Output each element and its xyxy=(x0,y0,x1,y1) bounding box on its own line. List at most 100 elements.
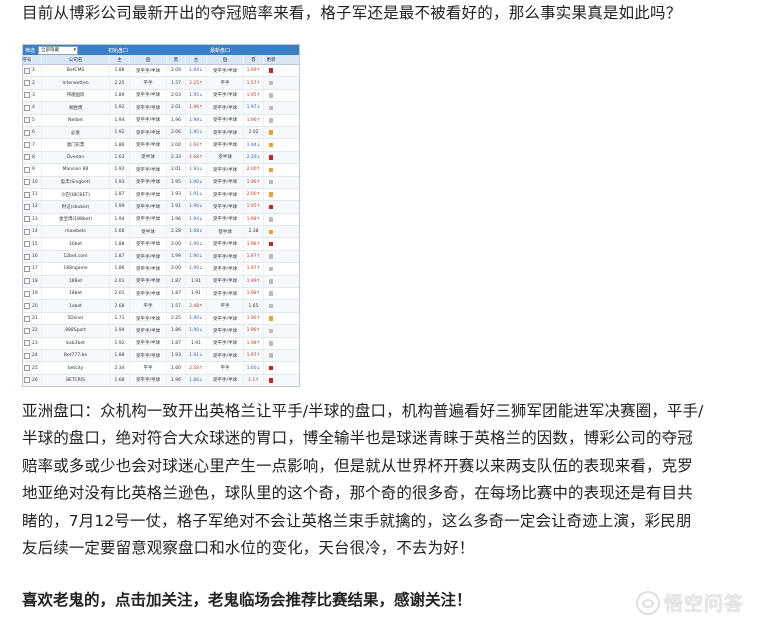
table-cell: 1.97↓ xyxy=(244,102,264,114)
table-cell: 受平手/半球 xyxy=(130,263,167,275)
row-checkbox[interactable] xyxy=(23,114,32,126)
table-cell: 2.02 xyxy=(244,126,264,139)
table-row: 8 Dvedan 1.63 受半球 2.33 1.68↑ 受半球 2.29↓ xyxy=(23,151,299,165)
row-checkbox[interactable] xyxy=(23,275,32,288)
row-checkbox[interactable] xyxy=(23,362,32,374)
row-checkbox[interactable] xyxy=(23,201,32,213)
row-checkbox[interactable] xyxy=(23,151,32,164)
row-checkbox[interactable] xyxy=(23,312,32,325)
row-checkbox[interactable] xyxy=(23,213,32,226)
table-cell: 1.96↑ xyxy=(244,325,264,337)
table-cell: 1.94 xyxy=(110,114,130,126)
table-cell: 盈丰(Singbet) xyxy=(42,176,110,188)
table-cell: 5 xyxy=(32,114,42,126)
row-checkbox[interactable] xyxy=(23,238,32,250)
table-cell: 1.99 xyxy=(110,201,130,213)
table-cell: 受平手/半球 xyxy=(207,114,244,126)
row-checkbox[interactable] xyxy=(23,337,32,349)
table-cell: 受平手/半球 xyxy=(130,188,167,201)
initial-odds-label: 初始盘口 xyxy=(108,47,129,54)
update-flag-icon xyxy=(264,300,278,311)
table-cell: 2.00 xyxy=(167,263,186,275)
row-checkbox[interactable] xyxy=(23,250,32,263)
table-cell: 1.98↑ xyxy=(244,337,264,349)
table-cell: 1.88 xyxy=(110,65,130,77)
update-flag-icon xyxy=(264,251,278,262)
table-cell: 24 xyxy=(32,349,42,362)
row-checkbox[interactable] xyxy=(23,89,32,102)
table-cell: Nelbet xyxy=(42,114,110,126)
update-flag-icon xyxy=(264,77,278,88)
table-cell: 1.97↑ xyxy=(244,250,264,263)
table-cell: 2.33 xyxy=(167,151,186,164)
table-cell: 受平手/半球 xyxy=(207,325,244,337)
row-checkbox[interactable] xyxy=(23,176,32,188)
table-row: 24 Bet777.be 1.88 受平手/半球 1.93 1.91↓ 受平手/半球 1.97… xyxy=(23,349,299,363)
row-checkbox[interactable] xyxy=(23,288,32,300)
table-row: 20 1xbet 2.68 平手 1.57 2.48↑ 平手 1.65 xyxy=(23,300,299,313)
table-cell: 受平手/半球 xyxy=(207,188,244,201)
table-cell: 14 xyxy=(32,226,42,238)
table-cell: 1.91 xyxy=(186,337,207,349)
header-cell[interactable]: 序号 xyxy=(23,55,32,64)
header-cell: 盘 xyxy=(207,55,244,64)
table-cell: 受平手/半球 xyxy=(130,126,167,139)
table-cell: 受平手/半球 xyxy=(207,238,244,250)
table-cell: 1.92 xyxy=(110,164,130,176)
table-cell: 1.60 xyxy=(167,362,186,374)
table-cell: Dvedan xyxy=(42,151,110,164)
table-cell: 受平手/半球 xyxy=(130,201,167,213)
row-checkbox[interactable] xyxy=(23,349,32,362)
table-cell: 2.01 xyxy=(167,102,186,114)
table-cell: 2.00↑ xyxy=(244,188,264,201)
row-checkbox[interactable] xyxy=(23,263,32,275)
table-row: 16 12bet.com 1.87 受平手/半球 1.99 1.90↓ 受平手/半球 1.97… xyxy=(23,250,299,264)
row-checkbox[interactable] xyxy=(23,188,32,201)
table-cell: 2.01 xyxy=(110,288,130,300)
table-cell: 平手 xyxy=(207,300,244,312)
row-checkbox[interactable] xyxy=(23,374,32,386)
table-row: 3 伟德国际 1.89 受平手/半球 2.03 1.95↓ 受平手/半球 1.95↑ xyxy=(23,89,299,103)
table-cell: 受平手/半球 xyxy=(130,213,167,226)
table-cell: 1.57↑ xyxy=(244,77,264,89)
table-cell: 18Bet xyxy=(42,275,110,288)
table-row: 13 金宝博(188bet) 1.94 受平手/半球 1.96 1.94↓ 受平手/半球 1.… xyxy=(23,213,299,227)
header-cell: 客 xyxy=(244,55,264,64)
table-cell: 1.94↓ xyxy=(186,213,207,226)
table-cell: 22 xyxy=(32,325,42,337)
table-cell: 受平手/半球 xyxy=(130,102,167,114)
row-checkbox[interactable] xyxy=(23,226,32,238)
table-cell: 19 xyxy=(32,288,42,300)
row-checkbox[interactable] xyxy=(23,325,32,337)
table-cell: 2 xyxy=(32,77,42,89)
row-checkbox[interactable] xyxy=(23,77,32,89)
table-cell: 25 xyxy=(32,362,42,374)
row-checkbox[interactable] xyxy=(23,300,32,312)
paragraph-line: 友后续一定要留意观察盘口和水位的变化，天台很冷，不去为好！ xyxy=(22,539,475,558)
table-cell: 1.87 xyxy=(167,288,186,300)
row-checkbox[interactable] xyxy=(23,126,32,139)
row-checkbox[interactable] xyxy=(23,139,32,151)
table-cell: 1.96 xyxy=(167,213,186,226)
table-cell: 受平手/半球 xyxy=(207,349,244,362)
table-header: 序号 公司名主盘客主盘客更新 xyxy=(23,55,299,65)
table-cell: 平手 xyxy=(130,300,167,312)
table-cell: 2.03 xyxy=(167,89,186,102)
row-checkbox[interactable] xyxy=(23,164,32,176)
table-cell: 2.01 xyxy=(110,275,130,288)
row-checkbox[interactable] xyxy=(23,65,32,77)
table-row: 18 18Bet 2.01 受平手/半球 1.87 1.91 受平手/半球 1.99↑ xyxy=(23,275,299,289)
table-cell: 1.88 xyxy=(110,238,130,250)
table-cell: 受平手/半球 xyxy=(207,312,244,325)
table-row: 19 18bet 2.01 受平手/半球 1.87 1.91 受平手/半球 1.98↑ xyxy=(23,288,299,301)
table-cell: 1.97↑ xyxy=(244,263,264,275)
table-cell: 2.00 xyxy=(167,238,186,250)
table-cell: 1.63 xyxy=(110,151,130,164)
table-cell: 受平手/半球 xyxy=(207,288,244,300)
table-cell: 3 xyxy=(32,89,42,102)
row-checkbox[interactable] xyxy=(23,102,32,114)
filter-label[interactable]: 筛选 xyxy=(25,47,35,54)
update-flag-icon xyxy=(264,164,278,175)
table-cell: 金宝博(188bet) xyxy=(42,213,110,226)
company-dropdown[interactable]: 全部隐藏 xyxy=(38,45,79,55)
